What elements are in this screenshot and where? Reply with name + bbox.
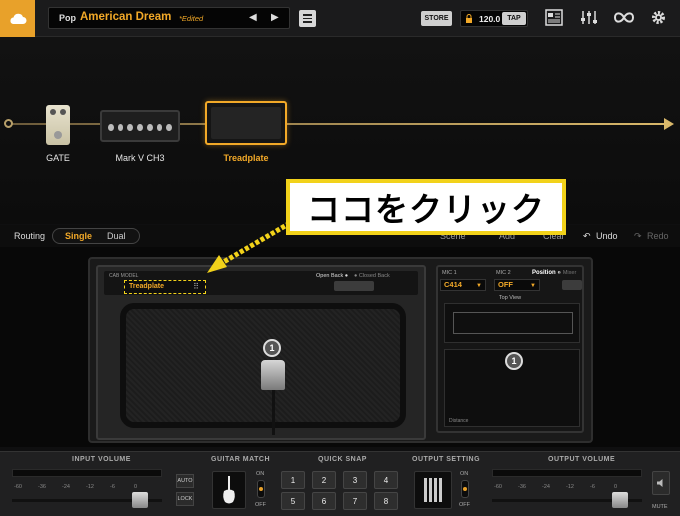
position-mixer-switch[interactable] [562, 280, 582, 290]
loop-icon[interactable] [613, 9, 635, 26]
gear-icon[interactable] [650, 9, 667, 26]
mic1-dropdown[interactable]: C414 ▼ [440, 279, 486, 291]
output-setting-toggle[interactable] [461, 480, 469, 498]
routing-option-single[interactable]: Single [65, 231, 92, 241]
input-volume-title: INPUT VOLUME [72, 456, 131, 463]
preset-menu-icon[interactable] [299, 10, 316, 27]
microphone[interactable] [261, 360, 285, 390]
module-label-gate: GATE [46, 153, 70, 163]
module-label-cab: Treadplate [223, 153, 269, 163]
mic-cable [272, 390, 275, 435]
snap-button-7[interactable]: 7 [343, 492, 367, 510]
undo-button[interactable]: Undo [596, 231, 618, 241]
auto-button[interactable]: AUTO [176, 474, 194, 488]
redo-button[interactable]: Redo [647, 231, 669, 241]
bottom-bar: INPUT VOLUME -60 -36 -24 -12 -6 0 AUTO LOCK G… [0, 451, 680, 516]
caret-down-icon: ▼ [476, 283, 482, 289]
speaker-icon[interactable] [652, 471, 670, 495]
input-node [4, 119, 13, 128]
cab-module[interactable] [205, 101, 287, 145]
top-view[interactable] [444, 303, 580, 343]
routing-option-dual[interactable]: Dual [107, 231, 126, 241]
instruction-callout: ココをクリック [286, 179, 566, 235]
gate-pedal[interactable] [46, 105, 70, 145]
cab-model-dropdown[interactable]: Treadplate ⠿ [124, 280, 206, 294]
mute-label: MUTE [652, 504, 668, 510]
triangle-right-icon[interactable]: ▶ [271, 12, 279, 23]
preset-edited-status: *Edited [179, 14, 204, 23]
snap-button-6[interactable]: 6 [312, 492, 336, 510]
cab-editor: CAB MODEL Treadplate ⠿ Open Back ● ● Clo… [0, 247, 680, 447]
snap-button-3[interactable]: 3 [343, 471, 367, 489]
cab-panel: CAB MODEL Treadplate ⠿ Open Back ● ● Clo… [96, 265, 426, 440]
output-setting-icon[interactable] [414, 471, 452, 509]
tempo-display[interactable]: 120.0 TAP [460, 10, 528, 27]
lock-icon[interactable] [465, 14, 473, 24]
undo-icon[interactable]: ↶ [583, 231, 591, 242]
output-setting-title: OUTPUT SETTING [412, 456, 481, 463]
closed-back-label: ● Closed Back [354, 273, 390, 279]
output-arrow-icon [664, 118, 674, 130]
mic1-value: C414 [444, 280, 462, 289]
position-label: Position ● [532, 270, 561, 276]
top-bar: Pop American Dream *Edited ◀ ▶ STORE 120… [0, 0, 680, 37]
preset-selector[interactable]: Pop American Dream *Edited ◀ ▶ [48, 7, 290, 29]
mic-distance-badge[interactable]: 1 [505, 352, 523, 370]
mixer-label: ● Mixer [558, 270, 577, 276]
routing-toggle[interactable]: Single Dual [52, 228, 140, 244]
input-scale: -60 -36 -24 -12 -6 0 [14, 484, 138, 490]
module-label-amp: Mark V CH3 [115, 153, 165, 163]
lock-button[interactable]: LOCK [176, 492, 194, 506]
routing-label: Routing [14, 231, 46, 241]
output-volume-title: OUTPUT VOLUME [548, 456, 616, 463]
output-scale: -60 -36 -24 -12 -6 0 [494, 484, 618, 490]
snap-button-2[interactable]: 2 [312, 471, 336, 489]
grid-icon: ⠿ [193, 282, 199, 291]
guitar-on-label: ON [256, 471, 265, 477]
callout-text: ココをクリック [307, 191, 545, 228]
distance-label: Distance [449, 418, 469, 424]
mic1-label: MIC 1 [442, 270, 457, 276]
input-volume-fader[interactable] [132, 492, 148, 508]
output-on-label: ON [460, 471, 469, 477]
mic2-label: MIC 2 [496, 270, 511, 276]
store-button[interactable]: STORE [421, 11, 452, 26]
mic-position-badge[interactable]: 1 [263, 339, 281, 357]
snap-button-8[interactable]: 8 [374, 492, 398, 510]
callout-arrow [207, 220, 292, 273]
cab-model-value: Treadplate [129, 283, 165, 290]
input-meter [12, 469, 162, 477]
mic2-dropdown[interactable]: OFF ▼ [494, 279, 540, 291]
guitar-icon[interactable] [212, 471, 246, 509]
mixer-icon[interactable] [580, 9, 598, 26]
open-back-label: Open Back ● [316, 273, 349, 279]
back-type-switch[interactable] [334, 281, 374, 291]
quick-snap-title: QUICK SNAP [318, 456, 367, 463]
preset-category: Pop [59, 13, 76, 23]
redo-icon[interactable]: ↷ [634, 231, 642, 242]
triangle-left-icon[interactable]: ◀ [249, 12, 257, 23]
snap-button-4[interactable]: 4 [374, 471, 398, 489]
output-off-label: OFF [459, 502, 470, 508]
output-volume-fader[interactable] [612, 492, 628, 508]
guitar-match-toggle[interactable] [257, 480, 265, 498]
preset-list-icon[interactable] [545, 9, 563, 26]
amp-head[interactable] [100, 110, 180, 142]
snap-button-1[interactable]: 1 [281, 471, 305, 489]
snap-button-5[interactable]: 5 [281, 492, 305, 510]
top-view-label: Top View [498, 295, 522, 301]
output-meter [492, 469, 642, 477]
caret-down-icon: ▼ [530, 283, 536, 289]
tap-button[interactable]: TAP [502, 12, 526, 25]
guitar-match-title: GUITAR MATCH [211, 456, 271, 463]
cab-model-label: CAB MODEL [109, 273, 139, 279]
mic-panel: MIC 1 C414 ▼ MIC 2 OFF ▼ Position ● ● Mixe… [436, 265, 584, 433]
preset-name: American Dream [80, 11, 172, 23]
cloud-icon[interactable] [0, 0, 35, 37]
mic2-value: OFF [498, 280, 513, 289]
tempo-value: 120.0 [479, 14, 501, 24]
guitar-off-label: OFF [255, 502, 266, 508]
distance-view[interactable]: 1 Distance [444, 349, 580, 427]
